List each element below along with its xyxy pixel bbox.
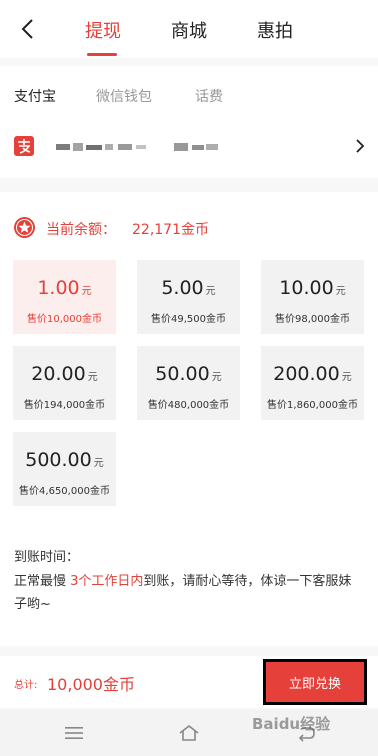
option-card[interactable]: 500.00 元 售价4,650,000金币 — [13, 432, 116, 506]
alipay-icon — [14, 136, 34, 156]
option-price: 售价4,650,000金币 — [19, 486, 110, 497]
balance-label: 当前余额： — [46, 222, 116, 238]
option-price: 售价10,000金币 — [27, 314, 102, 325]
back-arrow-icon[interactable] — [18, 18, 40, 40]
option-amount: 10.00 元 — [279, 277, 346, 299]
star-badge-icon — [14, 217, 35, 238]
option-price: 售价194,000金币 — [23, 400, 106, 411]
watermark: Baidu经验 — [252, 715, 331, 733]
pay-tab-phone-credit[interactable]: 话费 — [195, 86, 223, 106]
system-nav-bar: Baidu经验 — [0, 710, 378, 756]
arrival-time-text: 正常最慢 3个工作日内到账，请耐心等待，体谅一下客服妹子哟~ — [14, 574, 352, 612]
balance-value: 22,171金币 — [132, 222, 209, 238]
option-amount: 5.00 元 — [161, 277, 216, 299]
withdraw-content: 当前余额： 22,171金币 1.00 元 售价10,000金币 5.00 元 售价… — [0, 192, 378, 646]
total-label: 总计: — [14, 680, 38, 691]
option-card[interactable]: 10.00 元 售价98,000金币 — [261, 260, 364, 334]
active-tab-indicator — [87, 53, 117, 56]
option-card[interactable]: 1.00 元 售价10,000金币 — [13, 260, 116, 334]
page: 提现 商城 惠拍 支付宝 微信钱包 话费 当前余额： 22,171金币 1.00… — [0, 0, 378, 756]
tab-withdraw[interactable]: 提现 — [85, 17, 121, 43]
pay-tab-alipay[interactable]: 支付宝 — [14, 86, 56, 106]
arrival-time-title: 到账时间： — [14, 550, 80, 565]
masked-account-number — [56, 143, 218, 151]
home-icon[interactable] — [178, 724, 200, 742]
option-card[interactable]: 5.00 元 售价49,500金币 — [137, 260, 240, 334]
option-card[interactable]: 50.00 元 售价480,000金币 — [137, 346, 240, 420]
arrival-time-highlight: 3个工作日内 — [70, 574, 144, 589]
option-amount: 1.00 元 — [37, 277, 92, 299]
option-amount: 50.00 元 — [155, 363, 222, 385]
menu-icon[interactable] — [64, 724, 84, 742]
tab-mall[interactable]: 商城 — [171, 17, 207, 43]
tab-auction[interactable]: 惠拍 — [257, 17, 293, 43]
option-card[interactable]: 200.00 元 售价1,860,000金币 — [261, 346, 364, 420]
option-card[interactable]: 20.00 元 售价194,000金币 — [13, 346, 116, 420]
option-amount: 20.00 元 — [31, 363, 98, 385]
total-value: 10,000金币 — [47, 675, 135, 694]
option-price: 售价49,500金币 — [151, 314, 226, 325]
bottom-action-bar: 总计: 10,000金币 立即兑换 — [0, 656, 378, 708]
pay-tab-wechat[interactable]: 微信钱包 — [96, 86, 152, 106]
exchange-now-button[interactable]: 立即兑换 — [263, 659, 367, 705]
top-nav: 提现 商城 惠拍 — [0, 0, 378, 58]
option-amount: 500.00 元 — [25, 449, 104, 471]
chevron-right-icon[interactable] — [354, 138, 366, 154]
option-price: 售价1,860,000金币 — [267, 400, 358, 411]
option-amount: 200.00 元 — [273, 363, 352, 385]
option-price: 售价480,000金币 — [147, 400, 230, 411]
payment-method-section: 支付宝 微信钱包 话费 — [0, 66, 378, 178]
option-price: 售价98,000金币 — [275, 314, 350, 325]
